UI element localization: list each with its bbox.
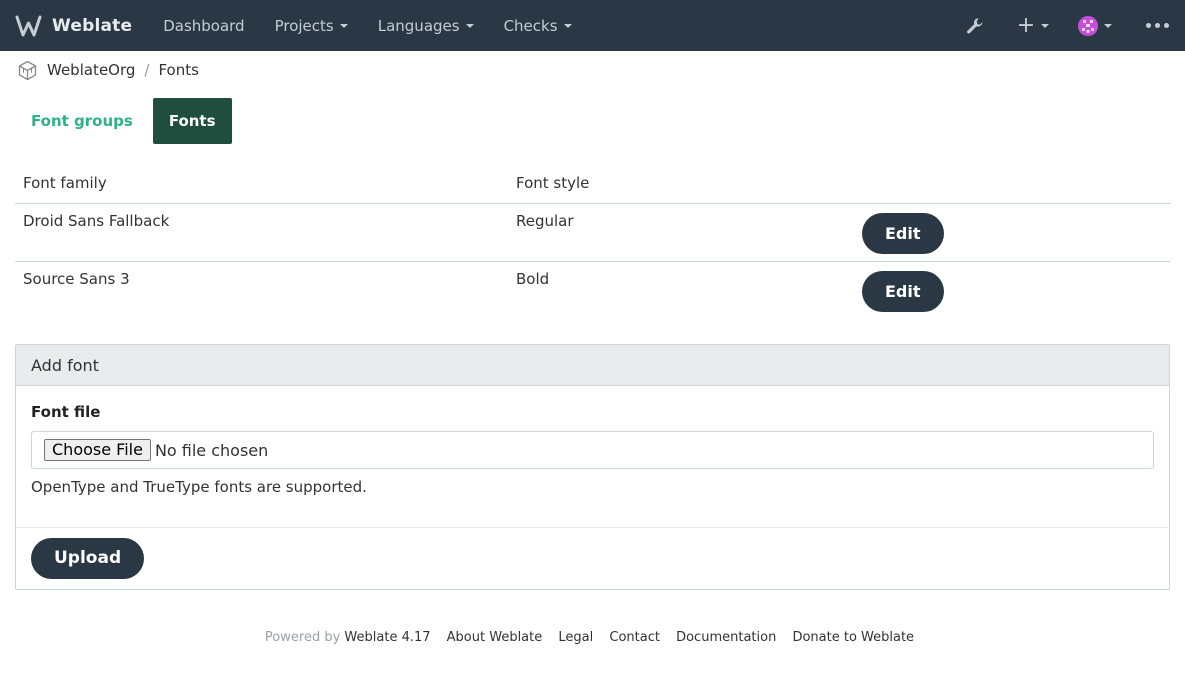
panel-body: Font file Choose File No file chosen Ope… — [16, 386, 1169, 528]
tab-font-groups[interactable]: Font groups — [15, 98, 149, 144]
column-header-font-family: Font family — [15, 164, 508, 204]
chevron-down-icon — [1104, 23, 1112, 28]
more-icon — [1145, 23, 1169, 28]
font-style-cell: Regular — [508, 203, 854, 262]
page-footer: Powered by Weblate 4.17 About Weblate Le… — [0, 630, 1185, 645]
powered-by-text: Powered by — [264, 630, 341, 645]
table-header-row: Font family Font style — [15, 164, 1170, 204]
chevron-down-icon — [563, 23, 572, 28]
footer-link-documentation[interactable]: Documentation — [676, 630, 776, 645]
nav-languages[interactable]: Languages — [363, 0, 489, 51]
weblate-logo-icon — [15, 15, 42, 36]
tab-bar: Font groups Fonts — [15, 98, 232, 144]
font-style-cell: Bold — [516, 269, 550, 288]
breadcrumb-org[interactable]: WeblateOrg — [47, 61, 135, 79]
choose-file-button[interactable]: Choose File — [44, 439, 151, 461]
tab-fonts[interactable]: Fonts — [152, 98, 232, 144]
nav-dashboard[interactable]: Dashboard — [148, 0, 259, 51]
more-menu-button[interactable] — [1129, 0, 1185, 51]
nav-languages-label: Languages — [377, 16, 460, 35]
brand[interactable]: Weblate — [15, 15, 132, 37]
user-menu-button[interactable] — [1067, 0, 1123, 51]
edit-button[interactable]: Edit — [862, 270, 944, 312]
table-row: Droid Sans Fallback Regular Edit — [15, 203, 1170, 262]
top-navbar: Weblate Dashboard Projects Languages Che… — [0, 0, 1185, 51]
nav-dashboard-label: Dashboard — [163, 16, 245, 35]
actions-cell: Edit — [854, 261, 1170, 319]
font-file-input[interactable]: Choose File No file chosen — [31, 431, 1154, 469]
footer-link-about[interactable]: About Weblate — [447, 630, 543, 645]
no-file-chosen-text: No file chosen — [154, 440, 269, 460]
nav-projects[interactable]: Projects — [260, 0, 363, 51]
edit-button[interactable]: Edit — [862, 212, 944, 254]
nav-checks-label: Checks — [503, 16, 558, 35]
manage-button[interactable] — [955, 0, 995, 51]
navbar-right: + — [955, 0, 1185, 51]
add-font-panel: Add font Font file Choose File No file c… — [15, 344, 1170, 590]
column-header-actions — [854, 164, 1170, 204]
breadcrumb-current[interactable]: Fonts — [158, 61, 198, 79]
add-menu-button[interactable]: + — [1005, 0, 1061, 51]
footer-link-contact[interactable]: Contact — [609, 630, 660, 645]
font-family-cell: Droid Sans Fallback — [15, 203, 508, 262]
column-header-font-style: Font style — [508, 164, 854, 204]
chevron-down-icon — [339, 23, 348, 28]
nav-projects-label: Projects — [274, 16, 334, 35]
font-file-help: OpenType and TrueType fonts are supporte… — [31, 478, 367, 496]
fonts-table: Font family Font style Droid Sans Fallba… — [15, 164, 1170, 319]
actions-cell: Edit — [854, 203, 1170, 262]
upload-button[interactable]: Upload — [31, 538, 145, 579]
wrench-icon — [967, 17, 983, 33]
brand-name: Weblate — [52, 15, 133, 36]
breadcrumb-separator: / — [144, 61, 150, 79]
footer-link-version[interactable]: Weblate 4.17 — [344, 630, 430, 645]
footer-link-donate[interactable]: Donate to Weblate — [792, 630, 914, 645]
footer-link-legal[interactable]: Legal — [558, 630, 593, 645]
plus-icon: + — [1016, 12, 1036, 38]
font-file-label: Font file — [31, 403, 101, 421]
panel-title: Add font — [16, 345, 1169, 386]
font-family-cell: Source Sans 3 — [23, 269, 130, 288]
panel-footer: Upload — [16, 528, 1169, 589]
avatar-icon — [1078, 15, 1098, 36]
chevron-down-icon — [465, 23, 474, 28]
breadcrumb: WeblateOrg / Fonts — [0, 51, 1185, 90]
chevron-down-icon — [1041, 23, 1050, 28]
nav-checks[interactable]: Checks — [489, 0, 587, 51]
table-row: Source Sans 3 Bold Edit — [15, 261, 1170, 319]
organization-icon — [18, 60, 37, 80]
